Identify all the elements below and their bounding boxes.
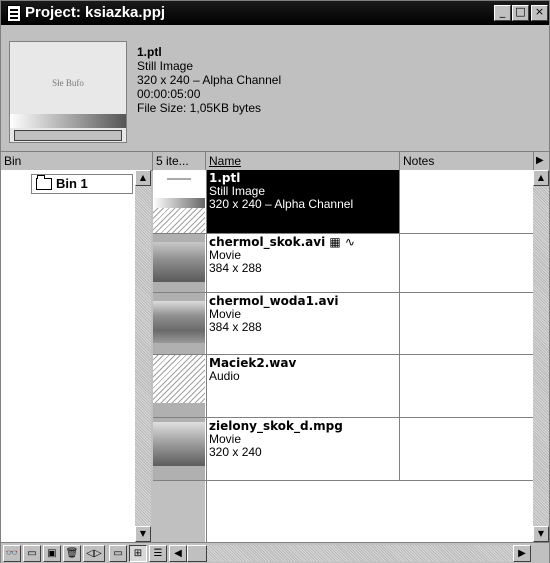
project-icon xyxy=(7,5,21,22)
thumb-photo xyxy=(153,242,205,282)
item-name: chermol_skok.avi xyxy=(209,235,326,249)
preview-duration: 00:00:05:00 xyxy=(137,87,201,101)
bin-scroll-up-icon[interactable]: ▲ xyxy=(135,170,151,186)
item-info: 320 x 240 xyxy=(209,445,262,459)
list-item-zielony-skok[interactable]: zielony_skok_d.mpg Movie 320 x 240 xyxy=(153,418,533,481)
preview-info: 1.ptl Still Image 320 x 240 – Alpha Chan… xyxy=(137,45,281,115)
title-thumb-text xyxy=(167,178,191,180)
new-item-icon[interactable]: ▣ xyxy=(43,545,61,562)
list-view-icon[interactable]: ☰ xyxy=(149,545,167,562)
column-scroll-right-icon[interactable]: ▶ xyxy=(534,152,549,170)
film-icon: ▦ xyxy=(329,235,341,249)
list-item-maciek2[interactable]: Maciek2.wav Audio xyxy=(153,355,533,418)
item-name-cell[interactable]: zielony_skok_d.mpg Movie 320 x 240 xyxy=(206,418,400,480)
thumb-strip xyxy=(153,343,205,354)
horizontal-scroll-track[interactable] xyxy=(207,545,513,562)
bin-scroll-track[interactable] xyxy=(135,186,151,526)
list-scroll-down-icon[interactable]: ▼ xyxy=(533,526,549,542)
title-thumb-grad xyxy=(153,198,205,208)
item-info: 320 x 240 – Alpha Channel xyxy=(209,197,354,211)
thumb-strip xyxy=(153,466,205,480)
thumb-strip xyxy=(153,403,205,417)
item-type: Audio xyxy=(209,369,240,383)
preview-thumbnail[interactable]: Słe Bufo xyxy=(9,41,127,143)
resize-divider-icon[interactable]: ◁▷ xyxy=(83,545,105,562)
item-name-cell[interactable]: chermol_woda1.avi Movie 384 x 288 xyxy=(206,293,400,354)
item-notes-cell[interactable] xyxy=(400,293,533,354)
title-bar[interactable]: Project: ksiazka.ppj _ □ × xyxy=(1,1,549,25)
scroll-left-icon[interactable]: ◀ xyxy=(169,545,187,562)
item-notes-cell[interactable] xyxy=(400,234,533,292)
thumb-strip xyxy=(153,293,205,301)
item-notes-cell[interactable] xyxy=(400,355,533,417)
item-thumbnail xyxy=(153,418,205,480)
bin-scrollbar[interactable]: ▲ ▼ xyxy=(135,170,151,542)
list-item-1-ptl[interactable]: 1.ptl Still Image 320 x 240 – Alpha Chan… xyxy=(153,170,533,234)
icon-view-icon[interactable]: ⊞ xyxy=(129,545,147,562)
column-header-notes[interactable]: Notes xyxy=(400,152,534,170)
title-thumb xyxy=(153,170,205,198)
thumbnail-view-icon[interactable]: ▭ xyxy=(109,545,127,562)
item-thumbnail xyxy=(153,293,205,354)
list-item-chermol-skok[interactable]: chermol_skok.avi ▦ ∿ Movie 384 x 288 xyxy=(153,234,533,293)
item-info: 384 x 288 xyxy=(209,320,262,334)
item-name-cell[interactable]: Maciek2.wav Audio xyxy=(206,355,400,417)
trash-icon[interactable]: 🗑 xyxy=(63,545,81,562)
thumb-strip xyxy=(153,282,205,292)
item-thumbnail xyxy=(153,234,205,292)
item-info: 384 x 288 xyxy=(209,261,262,275)
bin-item[interactable]: Bin 1 xyxy=(31,174,133,194)
thumbnail-gradient xyxy=(10,114,126,128)
bin-label: Bin 1 xyxy=(56,176,88,191)
preview-area: Słe Bufo 1.ptl Still Image 320 x 240 – A… xyxy=(1,25,549,151)
scroll-thumb[interactable] xyxy=(187,545,207,562)
find-icon[interactable]: 👓 xyxy=(3,545,21,562)
thumbnail-poster-frame-bar[interactable] xyxy=(14,130,122,141)
bin-scroll-down-icon[interactable]: ▼ xyxy=(135,526,151,542)
item-notes-cell[interactable] xyxy=(400,170,533,233)
list-scroll-up-icon[interactable]: ▲ xyxy=(533,170,549,186)
audio-wave-icon: ∿ xyxy=(344,235,355,249)
bin-pane: Bin 1 ▲ ▼ xyxy=(1,170,151,542)
list-item-chermol-woda1[interactable]: chermol_woda1.avi Movie 384 x 288 xyxy=(153,293,533,355)
item-thumbnail xyxy=(153,355,205,417)
maximize-button[interactable]: □ xyxy=(512,5,529,21)
column-header-name[interactable]: Name xyxy=(206,152,400,170)
horizontal-scrollbar[interactable]: ◀ ▶ xyxy=(169,545,531,562)
thumb-photo xyxy=(153,301,205,343)
minimize-button[interactable]: _ xyxy=(494,5,511,21)
name-column-divider xyxy=(206,481,207,542)
thumbnail-title-text: Słe Bufo xyxy=(52,78,84,88)
scroll-right-icon[interactable]: ▶ xyxy=(513,545,531,562)
item-thumbnail xyxy=(153,170,205,233)
bottom-toolbar: 👓 ▭ ▣ 🗑 ◁▷ ▭ ⊞ ☰ ◀ ▶ xyxy=(1,542,549,563)
thumb-photo xyxy=(153,422,205,466)
item-notes-cell[interactable] xyxy=(400,418,533,480)
preview-dimensions: 320 x 240 – Alpha Channel xyxy=(137,73,282,87)
folder-icon xyxy=(36,175,52,190)
column-header-bin[interactable]: Bin xyxy=(1,152,153,170)
column-header-count[interactable]: 5 ite... xyxy=(153,152,206,170)
window-title: Project: ksiazka.ppj xyxy=(25,4,166,21)
preview-file-name: 1.ptl xyxy=(137,45,162,59)
close-button[interactable]: × xyxy=(531,5,548,21)
item-list: 1.ptl Still Image 320 x 240 – Alpha Chan… xyxy=(153,170,533,542)
project-window: Project: ksiazka.ppj _ □ × Słe Bufo 1.pt… xyxy=(0,0,550,563)
column-header-bar: Bin 5 ite... Name Notes ▶ xyxy=(1,151,549,171)
list-scroll-track[interactable] xyxy=(533,186,549,526)
preview-type: Still Image xyxy=(137,59,194,73)
list-scrollbar[interactable]: ▲ ▼ xyxy=(533,170,549,542)
item-name-cell[interactable]: 1.ptl Still Image 320 x 240 – Alpha Chan… xyxy=(206,170,400,233)
thumb-column-empty xyxy=(153,481,205,542)
preview-file-size: File Size: 1,05KB bytes xyxy=(137,101,262,115)
title-thumb-hatch xyxy=(153,208,205,233)
audio-thumb-hatch xyxy=(153,355,205,403)
thumb-strip xyxy=(153,234,205,242)
item-name-cell[interactable]: chermol_skok.avi ▦ ∿ Movie 384 x 288 xyxy=(206,234,400,292)
new-bin-icon[interactable]: ▭ xyxy=(23,545,41,562)
